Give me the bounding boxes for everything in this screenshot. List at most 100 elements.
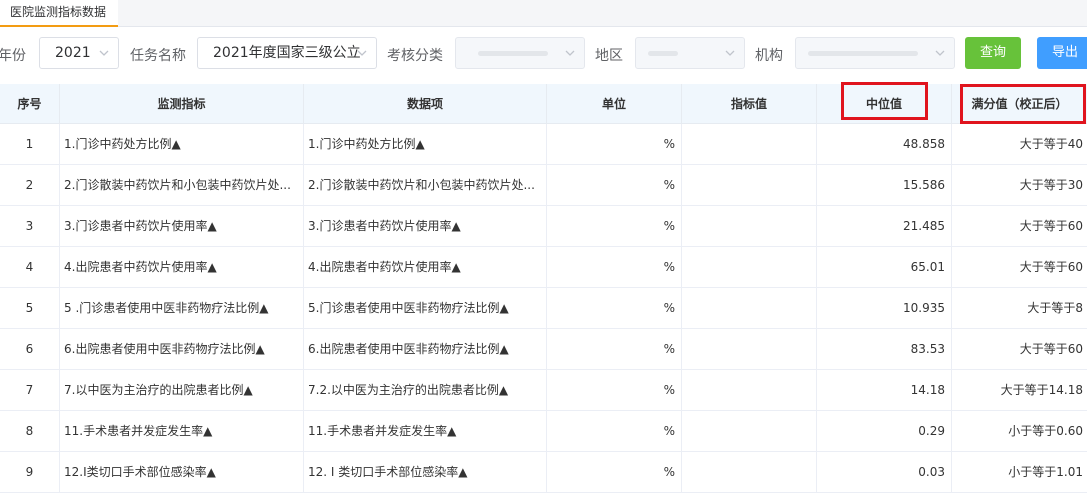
row-full-score: 大于等于30 <box>1019 178 1083 192</box>
tab-bar: 医院监测指标数据 <box>0 0 1087 27</box>
full-score-highlight-box <box>960 84 1086 124</box>
row-unit: % <box>547 288 682 328</box>
row-indicator: 6.出院患者使用中医非药物疗法比例▲ <box>60 329 304 369</box>
row-median: 65.01 <box>817 247 952 287</box>
row-indicator: 11.手术患者并发症发生率▲ <box>60 411 304 451</box>
row-data-item: 5.门诊患者使用中医非药物疗法比例▲ <box>304 288 547 328</box>
org-label: 机构 <box>755 48 783 64</box>
row-indicator: 2.门诊散装中药饮片和小包装中药饮片处... <box>60 165 304 205</box>
chevron-down-icon <box>565 50 575 56</box>
year-value: 2021 <box>55 45 91 61</box>
row-value <box>682 165 817 205</box>
row-data-item: 12. I 类切口手术部位感染率▲ <box>304 452 547 492</box>
redacted-value <box>648 51 678 56</box>
table-row[interactable]: 6 6.出院患者使用中医非药物疗法比例▲ 6.出院患者使用中医非药物疗法比例▲% 83… <box>0 329 1087 370</box>
row-data-item: 1.门诊中药处方比例▲ <box>304 124 547 164</box>
table-row[interactable]: 1 1.门诊中药处方比例▲ 1.门诊中药处方比例▲% 48.858 大于等于40 <box>0 124 1087 165</box>
redacted-value <box>478 51 548 56</box>
region-label: 地区 <box>595 48 623 64</box>
row-value <box>682 288 817 328</box>
header-value: 指标值 <box>682 84 817 124</box>
task-select[interactable]: 2021年度国家三级公立 <box>197 37 377 69</box>
row-value <box>682 411 817 451</box>
row-median: 14.18 <box>817 370 952 410</box>
row-unit: % <box>547 370 682 410</box>
task-value: 2021年度国家三级公立 <box>213 45 361 61</box>
row-data-item: 7.2.以中医为主治疗的出院患者比例▲ <box>304 370 547 410</box>
row-indicator: 1.门诊中药处方比例▲ <box>60 124 304 164</box>
header-index: 序号 <box>0 84 60 124</box>
row-full-score: 大于等于14.18 <box>1000 383 1083 397</box>
row-data-item: 4.出院患者中药饮片使用率▲ <box>304 247 547 287</box>
row-data-item: 11.手术患者并发症发生率▲ <box>304 411 547 451</box>
header-data-item: 数据项 <box>304 84 547 124</box>
row-indicator: 12.I类切口手术部位感染率▲ <box>60 452 304 492</box>
row-value <box>682 370 817 410</box>
export-button[interactable]: 导出 <box>1037 37 1087 69</box>
query-button[interactable]: 查询 <box>965 37 1021 69</box>
row-unit: % <box>547 247 682 287</box>
table-row[interactable]: 7 7.以中医为主治疗的出院患者比例▲ 7.2.以中医为主治疗的出院患者比例▲% 14… <box>0 370 1087 411</box>
row-index: 1 <box>0 124 60 164</box>
redacted-value <box>808 51 918 56</box>
row-indicator: 3.门诊患者中药饮片使用率▲ <box>60 206 304 246</box>
chevron-down-icon <box>935 50 945 56</box>
row-full-score: 大于等于8 <box>1027 301 1083 315</box>
median-highlight-box <box>841 82 928 120</box>
category-select[interactable] <box>455 37 585 69</box>
category-label: 考核分类 <box>387 48 443 64</box>
row-unit: % <box>547 411 682 451</box>
row-index: 6 <box>0 329 60 369</box>
row-median: 21.485 <box>817 206 952 246</box>
chevron-down-icon <box>725 50 735 56</box>
row-full-score: 大于等于60 <box>1019 260 1083 274</box>
row-index: 5 <box>0 288 60 328</box>
row-data-item: 6.出院患者使用中医非药物疗法比例▲ <box>304 329 547 369</box>
row-full-score: 大于等于60 <box>1019 342 1083 356</box>
header-indicator: 监测指标 <box>60 84 304 124</box>
row-indicator: 5 .门诊患者使用中医非药物疗法比例▲ <box>60 288 304 328</box>
row-median: 15.586 <box>817 165 952 205</box>
row-value <box>682 329 817 369</box>
region-select[interactable] <box>635 37 745 69</box>
row-value <box>682 124 817 164</box>
row-median: 0.03 <box>817 452 952 492</box>
row-value <box>682 206 817 246</box>
row-value <box>682 452 817 492</box>
filter-bar: 年份 2021 任务名称 2021年度国家三级公立 考核分类 地区 机构 查询 … <box>0 27 1087 84</box>
row-index: 3 <box>0 206 60 246</box>
row-unit: % <box>547 329 682 369</box>
row-median: 10.935 <box>817 288 952 328</box>
chevron-down-icon <box>99 50 109 56</box>
row-median: 0.29 <box>817 411 952 451</box>
chevron-down-icon <box>357 50 367 56</box>
org-select[interactable] <box>795 37 955 69</box>
table-row[interactable]: 8 11.手术患者并发症发生率▲ 11.手术患者并发症发生率▲% 0.29 小于等于0.… <box>0 411 1087 452</box>
table-row[interactable]: 3 3.门诊患者中药饮片使用率▲ 3.门诊患者中药饮片使用率▲% 21.485 大于等于… <box>0 206 1087 247</box>
row-full-score: 小于等于0.60 <box>1008 424 1083 438</box>
row-unit: % <box>547 452 682 492</box>
row-data-item: 3.门诊患者中药饮片使用率▲ <box>304 206 547 246</box>
row-indicator: 4.出院患者中药饮片使用率▲ <box>60 247 304 287</box>
table-row[interactable]: 2 2.门诊散装中药饮片和小包装中药饮片处... 2.门诊散装中药饮片和小包装中药饮… <box>0 165 1087 206</box>
year-select[interactable]: 2021 <box>39 37 119 69</box>
row-index: 7 <box>0 370 60 410</box>
task-label: 任务名称 <box>130 48 186 64</box>
row-data-item: 2.门诊散装中药饮片和小包装中药饮片处... <box>304 165 547 205</box>
tab-hospital-monitoring[interactable]: 医院监测指标数据 <box>0 0 119 27</box>
row-full-score: 大于等于40 <box>1019 137 1083 151</box>
row-median: 83.53 <box>817 329 952 369</box>
row-median: 48.858 <box>817 124 952 164</box>
year-label: 年份 <box>0 48 26 64</box>
row-unit: % <box>547 206 682 246</box>
table-row[interactable]: 55 .门诊患者使用中医非药物疗法比例▲ 5.门诊患者使用中医非药物疗法比例▲% 1… <box>0 288 1087 329</box>
header-unit: 单位 <box>547 84 682 124</box>
row-index: 9 <box>0 452 60 492</box>
row-full-score: 大于等于60 <box>1019 219 1083 233</box>
row-unit: % <box>547 124 682 164</box>
row-indicator: 7.以中医为主治疗的出院患者比例▲ <box>60 370 304 410</box>
row-index: 2 <box>0 165 60 205</box>
table-row[interactable]: 4 4.出院患者中药饮片使用率▲ 4.出院患者中药饮片使用率▲% 65.01 大于等于6… <box>0 247 1087 288</box>
row-unit: % <box>547 165 682 205</box>
row-index: 8 <box>0 411 60 451</box>
